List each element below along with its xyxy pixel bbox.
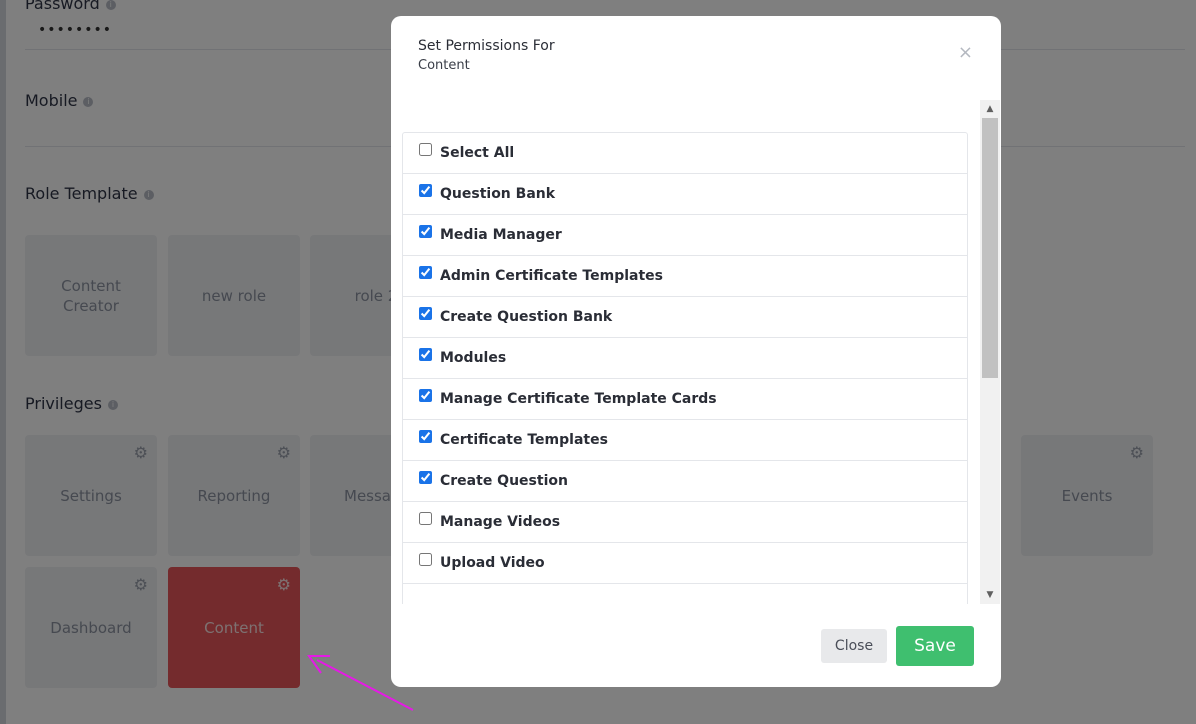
scroll-down-icon[interactable]: ▼ xyxy=(980,588,1000,602)
scrollbar[interactable]: ▲ ▼ xyxy=(980,100,1000,604)
permission-upload-video[interactable]: Upload Video xyxy=(403,543,967,584)
permission-label: Select All xyxy=(440,145,515,161)
permission-create-question[interactable]: Create Question xyxy=(403,461,967,502)
permission-admin-certificate-templates[interactable]: Admin Certificate Templates xyxy=(403,256,967,297)
permission-label: Upload Video xyxy=(440,555,545,571)
checkbox[interactable] xyxy=(419,142,432,156)
permission-label: Certificate Templates xyxy=(440,432,608,448)
checkbox[interactable] xyxy=(419,388,432,402)
permission-modules[interactable]: Modules xyxy=(403,338,967,379)
permission-label: Media Manager xyxy=(440,227,562,243)
permission-manage-certificate-template-cards[interactable]: Manage Certificate Template Cards xyxy=(403,379,967,420)
close-icon[interactable]: × xyxy=(958,44,973,62)
modal-subtitle: Content xyxy=(418,58,470,73)
permission-label: Admin Certificate Templates xyxy=(440,268,663,284)
checkbox[interactable] xyxy=(419,347,432,361)
scroll-up-icon[interactable]: ▲ xyxy=(980,102,1000,116)
checkbox[interactable] xyxy=(419,306,432,320)
permission-select-all[interactable]: Select All xyxy=(403,133,967,174)
checkbox[interactable] xyxy=(419,224,432,238)
modal-title: Set Permissions For xyxy=(418,38,555,54)
permission-label: Question Bank xyxy=(440,186,556,202)
permission-media-manager[interactable]: Media Manager xyxy=(403,215,967,256)
permission-certificate-templates[interactable]: Certificate Templates xyxy=(403,420,967,461)
permission-next-row[interactable] xyxy=(403,584,967,604)
permission-label: Manage Certificate Template Cards xyxy=(440,391,717,407)
permission-label: Manage Videos xyxy=(440,514,561,530)
checkbox[interactable] xyxy=(419,183,432,197)
checkbox[interactable] xyxy=(419,552,432,566)
permissions-scroll-area[interactable]: Select All Question Bank Media Manager A… xyxy=(391,100,1001,604)
permissions-modal: Set Permissions For Content × Select All… xyxy=(391,16,1001,687)
save-button[interactable]: Save xyxy=(896,626,974,666)
permission-label: Create Question xyxy=(440,473,568,489)
checkbox[interactable] xyxy=(419,265,432,279)
permission-create-question-bank[interactable]: Create Question Bank xyxy=(403,297,967,338)
checkbox[interactable] xyxy=(419,429,432,443)
permission-label: Modules xyxy=(440,350,507,366)
permission-label: Create Question Bank xyxy=(440,309,613,325)
close-button[interactable]: Close xyxy=(821,629,887,663)
permission-manage-videos[interactable]: Manage Videos xyxy=(403,502,967,543)
scroll-thumb[interactable] xyxy=(982,118,998,378)
checkbox[interactable] xyxy=(419,511,432,525)
permissions-list: Select All Question Bank Media Manager A… xyxy=(402,132,968,604)
permission-question-bank[interactable]: Question Bank xyxy=(403,174,967,215)
checkbox[interactable] xyxy=(419,470,432,484)
